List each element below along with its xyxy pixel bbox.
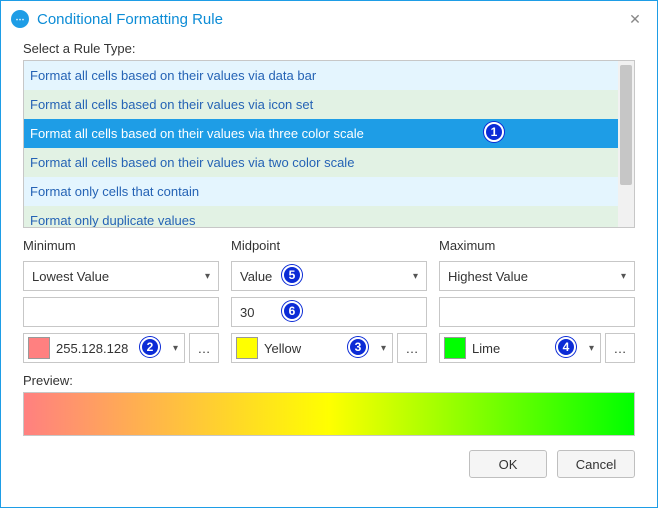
rule-list-scrollbar[interactable]	[618, 61, 634, 227]
midpoint-color-select[interactable]: Yellow 3 ▾	[231, 333, 393, 363]
callout-3: 3	[348, 337, 368, 357]
app-logo-icon: ⋯	[11, 10, 29, 28]
close-button[interactable]: ✕	[623, 7, 647, 31]
minimum-color-name: 255.128.128	[56, 341, 128, 356]
titlebar: ⋯ Conditional Formatting Rule ✕	[1, 1, 657, 37]
dialog-title: Conditional Formatting Rule	[37, 11, 223, 28]
cancel-button[interactable]: Cancel	[557, 450, 635, 478]
rule-type-label: Select a Rule Type:	[23, 41, 635, 56]
minimum-color-select[interactable]: 255.128.128 2 ▾	[23, 333, 185, 363]
maximum-color-swatch	[444, 337, 466, 359]
rule-item-icon-set[interactable]: Format all cells based on their values v…	[24, 90, 618, 119]
dialog-buttons: OK Cancel	[23, 450, 635, 478]
rule-item-three-color-scale[interactable]: Format all cells based on their values v…	[24, 119, 618, 148]
chevron-down-icon: ▾	[381, 343, 386, 354]
close-icon: ✕	[629, 11, 641, 28]
rule-item-duplicate-values[interactable]: Format only duplicate values	[24, 206, 618, 227]
rule-item-two-color-scale[interactable]: Format all cells based on their values v…	[24, 148, 618, 177]
minimum-color-row: 255.128.128 2 ▾ …	[23, 333, 219, 363]
midpoint-value-input[interactable]: 30 6	[231, 297, 427, 327]
gradient-preview	[23, 392, 635, 436]
midpoint-color-name: Yellow	[264, 341, 301, 356]
chevron-down-icon: ▾	[205, 271, 210, 282]
chevron-down-icon: ▾	[173, 343, 178, 354]
preview-label: Preview:	[23, 373, 635, 388]
ok-button[interactable]: OK	[469, 450, 547, 478]
callout-4: 4	[556, 337, 576, 357]
minimum-value-input[interactable]	[23, 297, 219, 327]
maximum-column: Maximum Highest Value ▾ Lime 4 ▾ …	[439, 238, 635, 363]
dialog-content: Select a Rule Type: Format all cells bas…	[1, 37, 657, 507]
midpoint-color-swatch	[236, 337, 258, 359]
minimum-color-swatch	[28, 337, 50, 359]
midpoint-value-text: 30	[240, 305, 254, 320]
rule-item-label: Format all cells based on their values v…	[30, 126, 364, 141]
maximum-value-input[interactable]	[439, 297, 635, 327]
dialog-window: ⋯ Conditional Formatting Rule ✕ Select a…	[0, 0, 658, 508]
maximum-type-select[interactable]: Highest Value ▾	[439, 261, 635, 291]
value-columns: Minimum Lowest Value ▾ 255.128.128 2 ▾ …	[23, 238, 635, 363]
callout-2: 2	[140, 337, 160, 357]
maximum-type-value: Highest Value	[448, 269, 528, 284]
maximum-label: Maximum	[439, 238, 635, 253]
callout-5: 5	[282, 265, 302, 285]
chevron-down-icon: ▾	[589, 343, 594, 354]
maximum-color-more-button[interactable]: …	[605, 333, 635, 363]
midpoint-type-value: Value	[240, 269, 272, 284]
midpoint-label: Midpoint	[231, 238, 427, 253]
midpoint-column: Midpoint Value 5 ▾ 30 6 Yellow 3 ▾	[231, 238, 427, 363]
rule-item-cells-contain[interactable]: Format only cells that contain	[24, 177, 618, 206]
midpoint-color-more-button[interactable]: …	[397, 333, 427, 363]
minimum-type-select[interactable]: Lowest Value ▾	[23, 261, 219, 291]
minimum-color-more-button[interactable]: …	[189, 333, 219, 363]
rule-type-list-inner: Format all cells based on their values v…	[24, 61, 618, 227]
midpoint-color-row: Yellow 3 ▾ …	[231, 333, 427, 363]
callout-6: 6	[282, 301, 302, 321]
rule-item-data-bar[interactable]: Format all cells based on their values v…	[24, 61, 618, 90]
rule-type-list: Format all cells based on their values v…	[23, 60, 635, 228]
minimum-label: Minimum	[23, 238, 219, 253]
chevron-down-icon: ▾	[413, 271, 418, 282]
callout-1: 1	[484, 122, 504, 142]
minimum-column: Minimum Lowest Value ▾ 255.128.128 2 ▾ …	[23, 238, 219, 363]
maximum-color-select[interactable]: Lime 4 ▾	[439, 333, 601, 363]
midpoint-type-select[interactable]: Value 5 ▾	[231, 261, 427, 291]
minimum-type-value: Lowest Value	[32, 269, 109, 284]
maximum-color-name: Lime	[472, 341, 500, 356]
scrollbar-thumb[interactable]	[620, 65, 632, 185]
maximum-color-row: Lime 4 ▾ …	[439, 333, 635, 363]
chevron-down-icon: ▾	[621, 271, 626, 282]
